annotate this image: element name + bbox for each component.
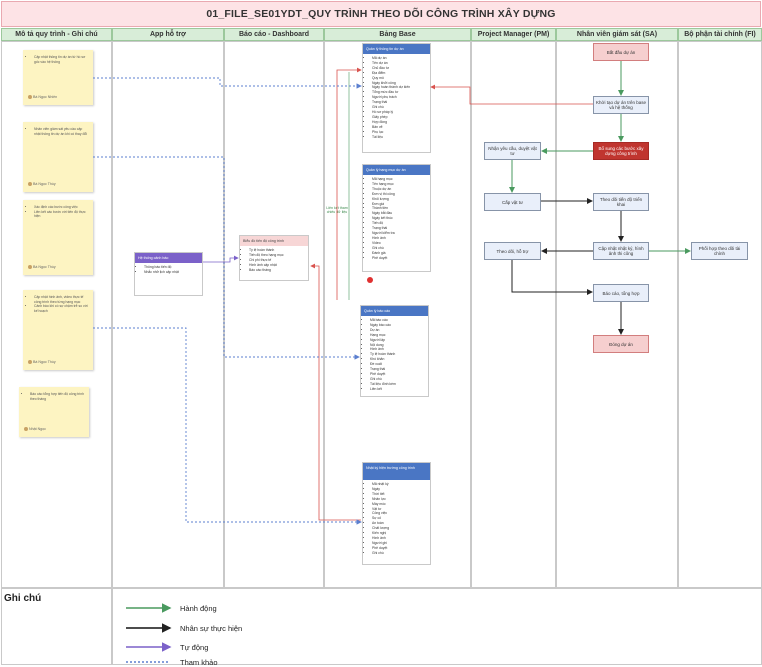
ref-note1-base — [93, 77, 362, 89]
link-create-base — [430, 84, 593, 105]
auto-app-dashboard — [203, 255, 239, 263]
process-board: 01_FILE_SE01YDT_QUY TRÌNH THEO DÕI CÔNG … — [0, 0, 762, 667]
link-endpoint-dot — [367, 277, 373, 283]
connectors-layer — [93, 61, 691, 663]
link-base-create — [336, 67, 362, 73]
arrow-pm-report — [511, 260, 593, 295]
link-base-diary — [310, 263, 361, 521]
